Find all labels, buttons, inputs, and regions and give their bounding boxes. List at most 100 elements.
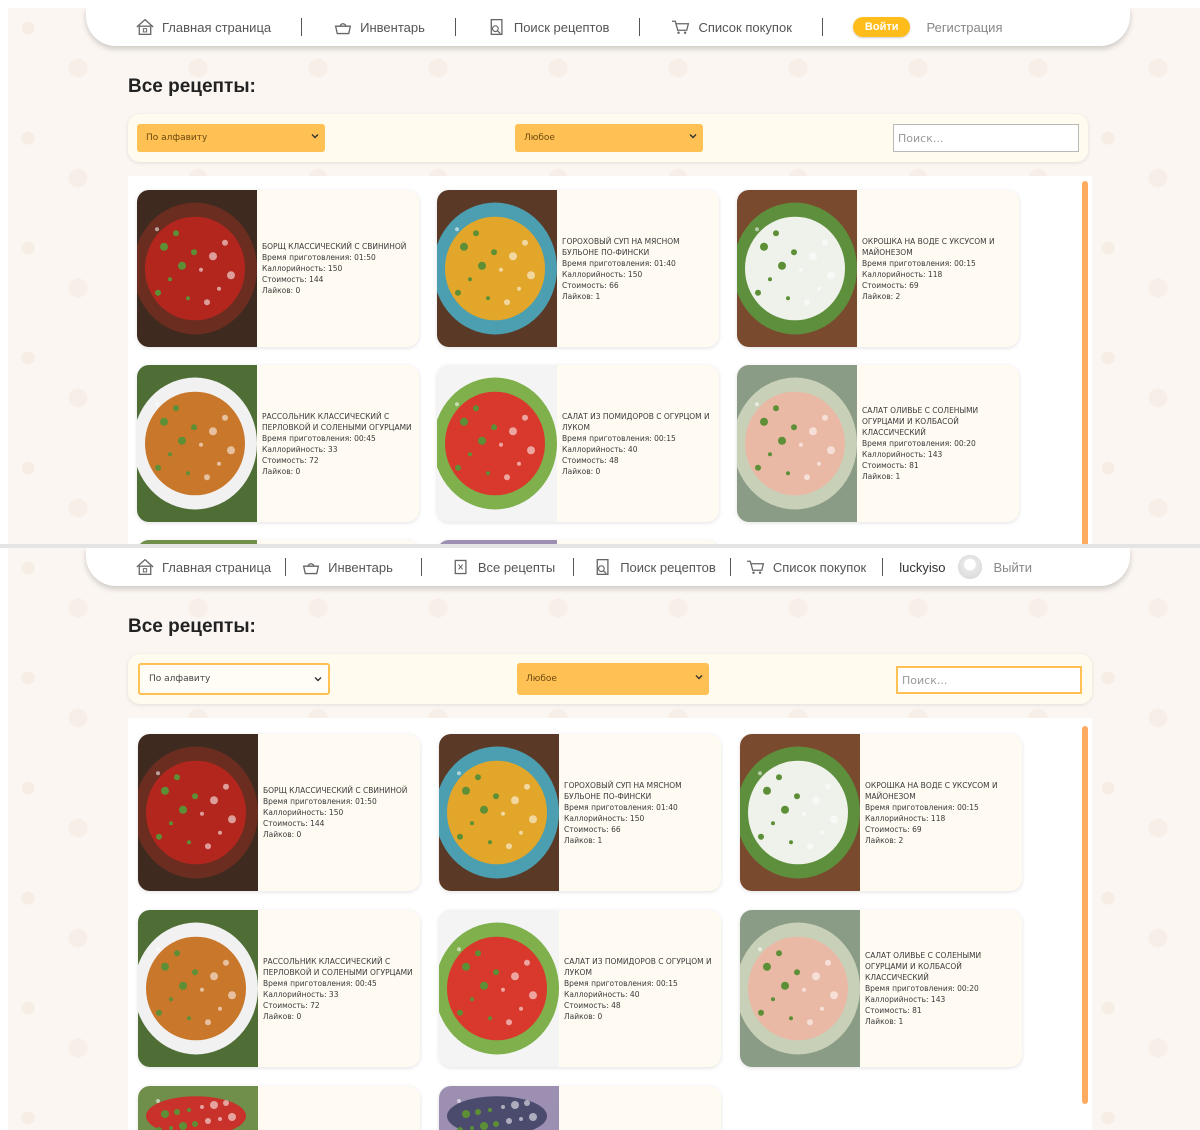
username[interactable]: luckyiso (899, 560, 945, 575)
recipe-cook-time: Время приготовления: 00:15 (562, 433, 676, 443)
recipe-list: Борщ классический с свининой Время пригот… (128, 176, 1092, 544)
recipe-card[interactable]: Салат из помидоров с огурцом и луком Врем… (437, 365, 719, 522)
nav-shopping-list[interactable]: Список покупок (670, 17, 792, 37)
recipe-calories: Каллорийность: 150 (564, 813, 645, 823)
sort-select-value: По алфавиту (149, 674, 211, 684)
screenshot-logged-in: Главная страница Инвентарь Все рецепты П… (8, 548, 1200, 1130)
recipe-likes: Лайков: 2 (865, 835, 904, 845)
recipe-list: Борщ классический с свининой Время пригот… (128, 718, 1092, 1130)
nav-home[interactable]: Главная страница (134, 17, 271, 37)
scrollbar-thumb[interactable] (1082, 726, 1088, 1104)
recipe-info: Рассольник классический с перловкой и со… (263, 910, 416, 1067)
nav-recipe-search[interactable]: Поиск рецептов (486, 17, 610, 37)
chevron-down-icon (311, 134, 319, 139)
recipe-likes: Лайков: 1 (865, 1017, 904, 1026)
nav-divider (882, 558, 884, 576)
nav-all-recipes[interactable]: Все рецепты (450, 557, 555, 577)
recipe-card[interactable]: Гороховый суп на мясном бульоне по-финск… (439, 734, 721, 891)
recipe-thumbnail (437, 190, 557, 347)
nav-recipe-search-label: Поиск рецептов (620, 559, 716, 575)
recipe-likes: Лайков: 0 (562, 466, 601, 476)
recipe-card[interactable]: Борщ классический с свининой Время пригот… (137, 190, 419, 347)
nav-recipe-search[interactable]: Поиск рецептов (592, 557, 716, 577)
recipe-card[interactable]: Салат из помидоров с огурцом и луком Врем… (439, 910, 721, 1067)
nav-divider (285, 558, 287, 576)
recipe-card[interactable]: Рассольник классический с перловкой и со… (137, 365, 419, 522)
recipe-likes: Лайков: 0 (564, 1011, 603, 1021)
recipe-cost: Стоимость: 69 (862, 280, 919, 290)
scrollbar-thumb[interactable] (1082, 181, 1088, 544)
recipe-card[interactable]: Рассольник классический с перловкой и со… (138, 910, 420, 1067)
recipe-title: Борщ классический с свининой (262, 242, 407, 251)
avatar[interactable] (957, 555, 982, 579)
recipe-card-partial[interactable] (439, 1086, 721, 1130)
recipe-info: Борщ классический с свининой Время пригот… (263, 734, 416, 891)
recipe-thumbnail (138, 910, 258, 1067)
recipe-cost: Стоимость: 66 (562, 280, 619, 290)
register-link[interactable]: Регистрация (926, 20, 1002, 35)
category-select-value: Любое (526, 674, 557, 684)
recipe-card[interactable]: Салат оливье с солеными огурцами и колба… (737, 365, 1019, 522)
recipe-cost: Стоимость: 144 (263, 819, 325, 828)
recipe-calories: Каллорийность: 40 (562, 444, 638, 454)
pot-icon (332, 17, 354, 37)
recipe-image (138, 910, 258, 1067)
recipe-cook-time: Время приготовления: 01:40 (564, 802, 678, 812)
category-select[interactable]: Любое (515, 124, 703, 152)
recipe-card[interactable]: Окрошка на воде с уксусом и майонезом Вре… (737, 190, 1019, 347)
recipe-info: Салат из помидоров с огурцом и луком Врем… (564, 910, 717, 1067)
recipe-image (437, 365, 557, 522)
recipe-cook-time: Время приготовления: 01:40 (562, 258, 676, 268)
recipe-image (437, 190, 557, 347)
recipe-image (137, 365, 257, 522)
recipe-cost: Стоимость: 81 (865, 1006, 922, 1015)
recipe-card[interactable]: Окрошка на воде с уксусом и майонезом Вре… (740, 734, 1022, 891)
recipe-likes: Лайков: 0 (262, 466, 301, 476)
recipe-cost: Стоимость: 72 (262, 455, 319, 465)
cart-icon (670, 17, 692, 37)
category-select[interactable]: Любое (517, 663, 709, 695)
recipe-card[interactable]: Гороховый суп на мясном бульоне по-финск… (437, 190, 719, 347)
recipe-likes: Лайков: 1 (562, 291, 601, 301)
login-button[interactable]: Войти (852, 17, 911, 37)
recipe-cook-time: Время приготовления: 00:15 (564, 978, 678, 988)
search-input[interactable]: Поиск... (893, 124, 1079, 152)
recipe-image (439, 734, 559, 891)
filter-bar: По алфавиту Любое Поиск... (128, 654, 1092, 704)
nav-recipe-search-label: Поиск рецептов (513, 19, 610, 35)
recipe-title: Гороховый суп на мясном бульоне по-финск… (564, 780, 682, 801)
chevron-down-icon (689, 134, 697, 139)
sort-select[interactable]: По алфавиту (137, 124, 325, 152)
recipe-card[interactable]: Борщ классический с свининой Время пригот… (138, 734, 420, 891)
sort-select[interactable]: По алфавиту (138, 663, 330, 695)
recipe-image (737, 190, 857, 347)
nav-inventory[interactable]: Инвентарь (300, 557, 393, 577)
recipe-title: Салат из помидоров с огурцом и луком (562, 411, 710, 432)
page-title: Все рецепты: (128, 616, 256, 637)
recipe-title: Окрошка на воде с уксусом и майонезом (865, 780, 998, 801)
search-input[interactable]: Поиск... (896, 666, 1082, 694)
chevron-down-icon (314, 677, 322, 682)
recipe-info: Окрошка на воде с уксусом и майонезом Вре… (865, 734, 1018, 891)
screenshot-logged-out: Главная страница Инвентарь Поиск рецепто… (8, 8, 1200, 544)
nav-home[interactable]: Главная страница (134, 557, 271, 577)
recipe-thumbnail (737, 365, 857, 522)
recipe-thumbnail (437, 365, 557, 522)
recipe-thumbnail (138, 1086, 258, 1130)
recipe-info: Салат оливье с солеными огурцами и колба… (865, 910, 1018, 1067)
recipe-card[interactable]: Салат оливье с солеными огурцами и колба… (740, 910, 1022, 1067)
nav-inventory-label: Инвентарь (328, 559, 393, 575)
nav-shopping-list-label: Список покупок (772, 559, 867, 575)
logout-link[interactable]: Выйти (994, 560, 1033, 575)
recipe-cook-time: Время приготовления: 00:20 (862, 439, 976, 448)
nav-inventory[interactable]: Инвентарь (332, 17, 425, 37)
nav-shopping-list[interactable]: Список покупок (745, 557, 866, 577)
recipe-thumbnail (740, 734, 860, 891)
recipe-likes: Лайков: 2 (862, 291, 901, 301)
recipe-likes: Лайков: 1 (862, 472, 901, 481)
recipe-card-partial[interactable] (138, 1086, 420, 1130)
recipe-image (737, 365, 857, 522)
recipe-cost: Стоимость: 48 (562, 455, 619, 465)
nav-divider (821, 18, 823, 36)
filter-bar: По алфавиту Любое Поиск... (128, 114, 1088, 162)
